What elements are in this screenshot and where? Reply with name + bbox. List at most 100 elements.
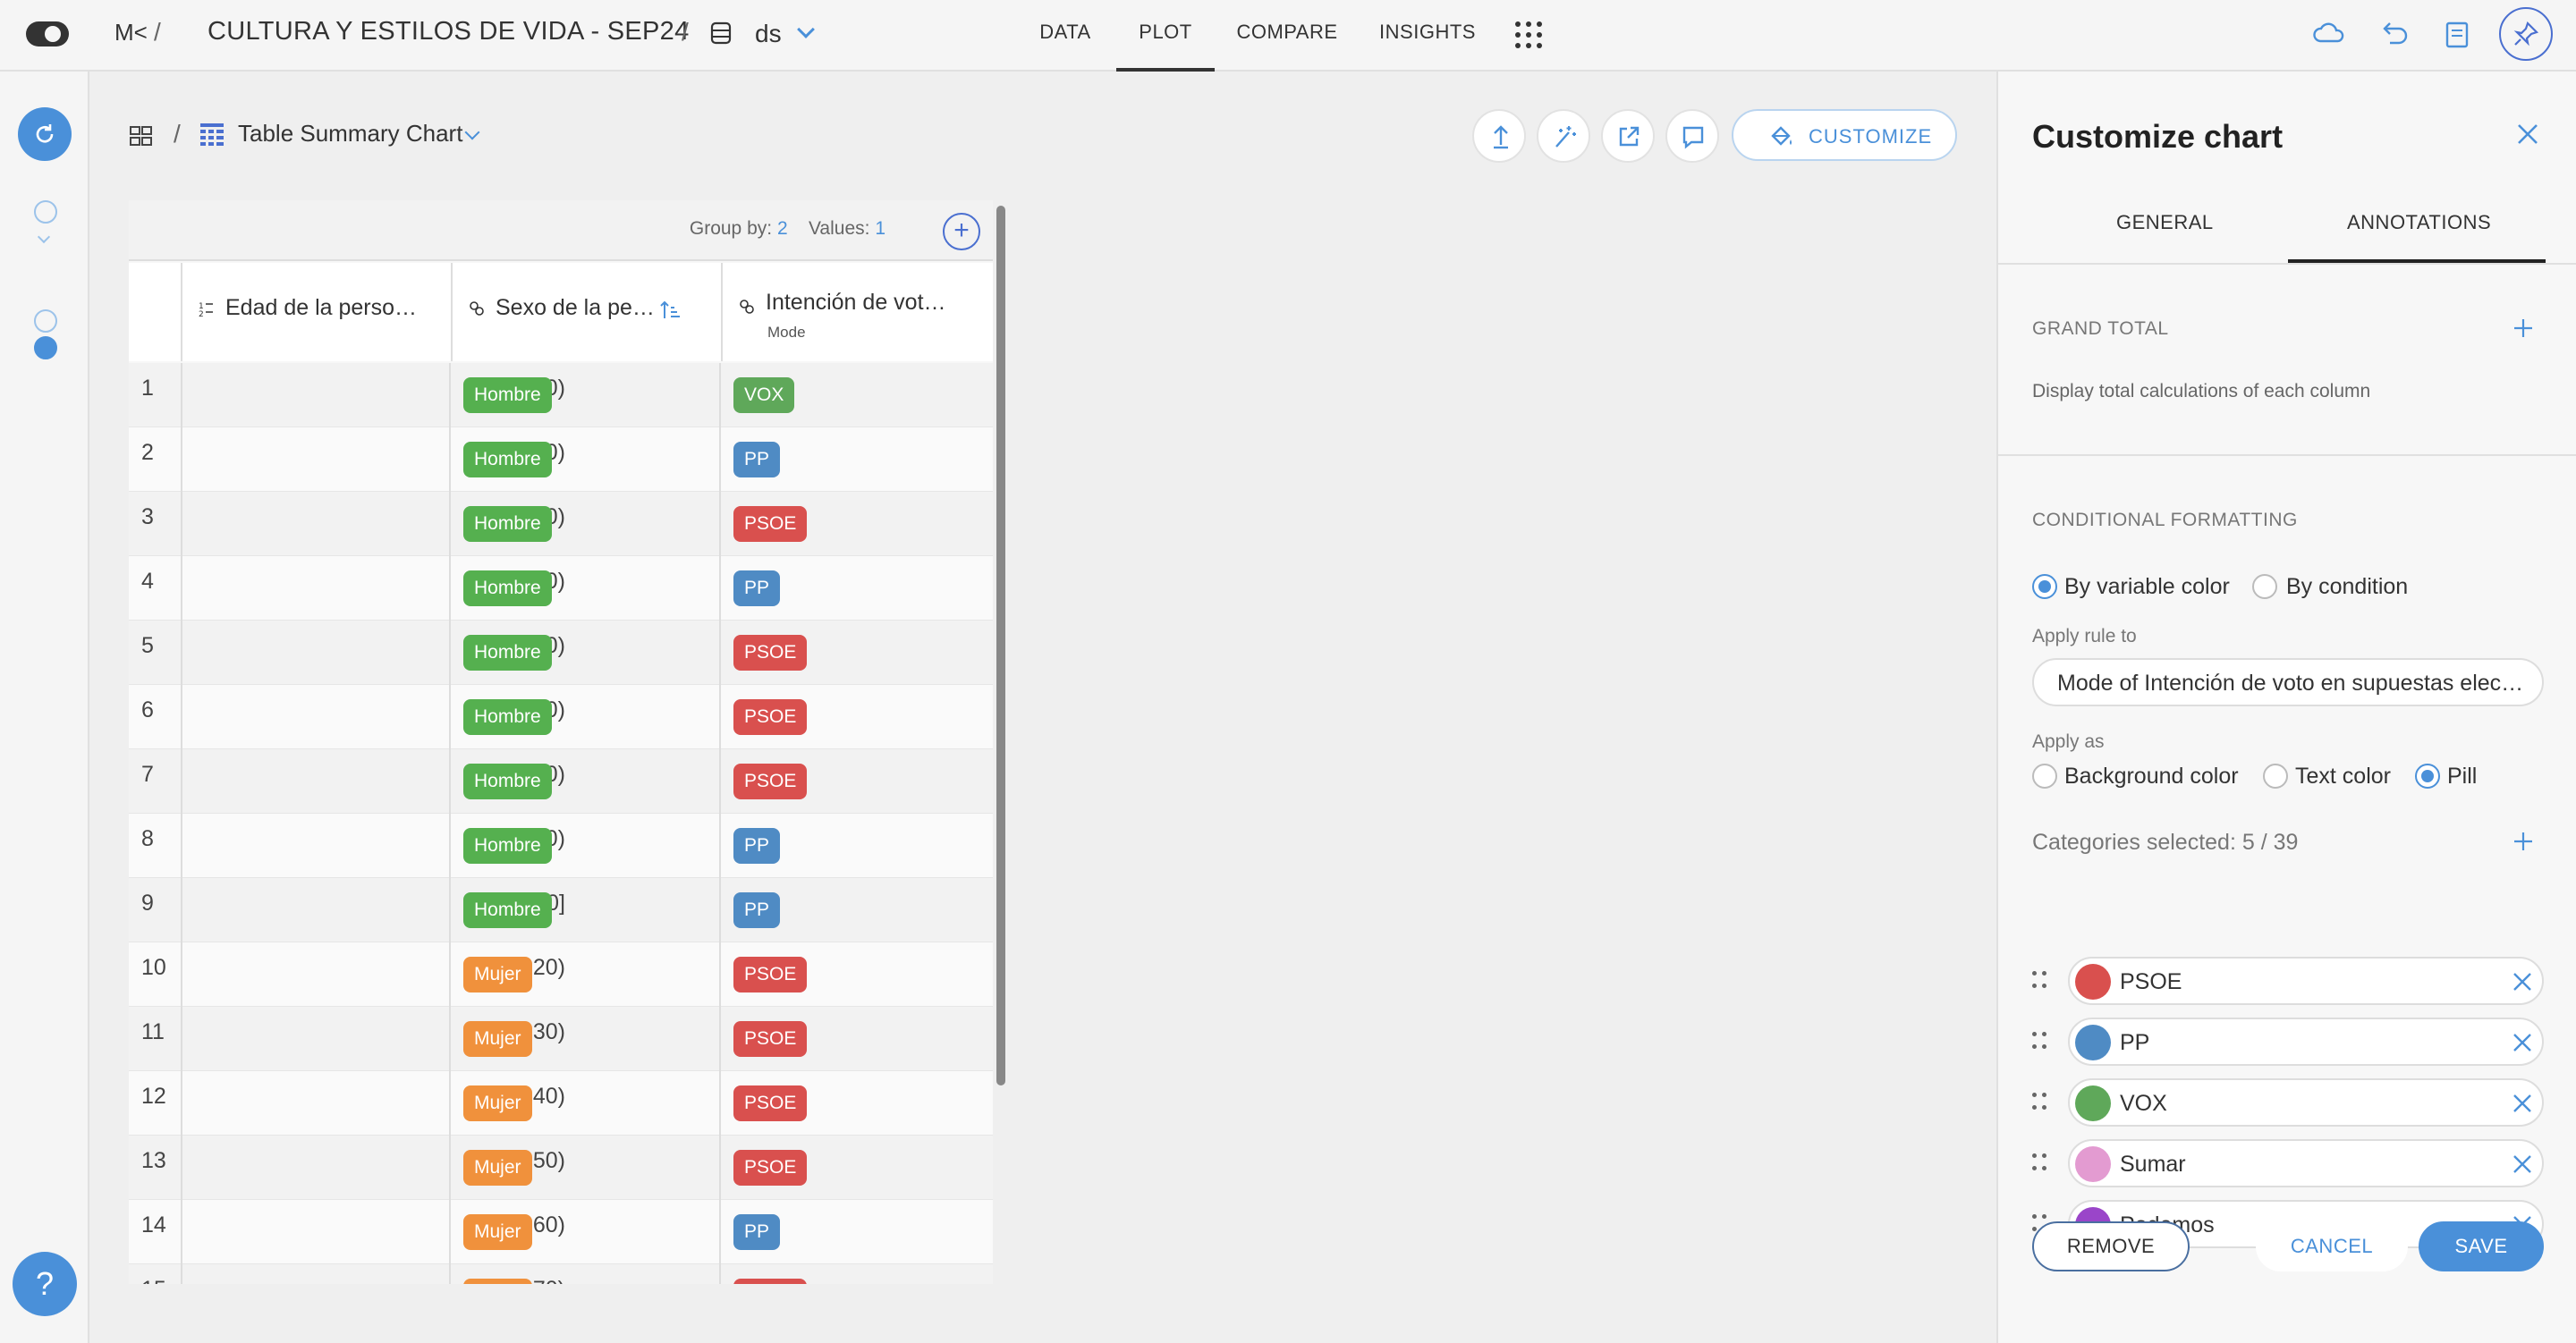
dataset-icon (710, 21, 732, 45)
undo-icon[interactable] (2376, 16, 2411, 52)
pin-button[interactable] (2499, 7, 2553, 61)
drag-handle-icon[interactable] (2032, 1032, 2046, 1052)
tab-plot[interactable]: PLOT (1116, 0, 1215, 72)
add-grand-total-plus-icon[interactable] (2513, 318, 2533, 338)
sexo-pill: Hombre (463, 442, 552, 477)
group-by-summary[interactable]: Group by: 2 Values: 1 (690, 218, 886, 240)
radio-by-variable-color[interactable] (2032, 574, 2057, 599)
add-category-plus-icon[interactable] (2513, 832, 2533, 851)
chart-title-chevron-down-icon[interactable] (464, 124, 480, 140)
category-item: PSOE (2032, 957, 2544, 1005)
apply-rule-label: Apply rule to (2032, 626, 2137, 646)
radio-by-condition[interactable] (2252, 574, 2277, 599)
voto-pill: PSOE (733, 1279, 808, 1284)
cell-divider (181, 1071, 182, 1136)
sort-ascending-icon[interactable] (660, 300, 682, 320)
color-swatch[interactable] (2075, 1085, 2111, 1121)
summary-table: Group by: 2 Values: 1 + 1 2 Edad de la p… (129, 200, 993, 1284)
row-number: 4 (141, 569, 154, 594)
open-external-button[interactable] (1601, 109, 1655, 163)
sexo-pill: Hombre (463, 764, 552, 799)
category-chip[interactable]: Sumar (2068, 1139, 2544, 1187)
cancel-button[interactable]: CANCEL (2256, 1221, 2408, 1271)
column-header-intencion[interactable]: Intención de vot… Mode (723, 263, 993, 361)
voto-pill: PP (733, 892, 781, 928)
customize-panel: Customize chart GENERAL ANNOTATIONS GRAN… (1996, 72, 2576, 1343)
drop-icon[interactable] (34, 309, 57, 333)
remove-category-close-icon[interactable] (2512, 1093, 2533, 1114)
tab-compare[interactable]: COMPARE (1233, 0, 1342, 72)
apply-rule-select[interactable]: Mode of Intención de voto en supuestas e… (2032, 658, 2544, 706)
color-swatch[interactable] (2075, 1146, 2111, 1182)
info-icon[interactable] (34, 200, 57, 224)
table-row: 7[70, 80)HombrePSOE (129, 749, 993, 814)
radio-pill[interactable] (2415, 764, 2440, 789)
tab-insights[interactable]: INSIGHTS (1374, 0, 1481, 72)
remove-category-close-icon[interactable] (2512, 971, 2533, 992)
tab-data[interactable]: DATA (1029, 0, 1102, 72)
apply-as-label: Apply as (2032, 731, 2105, 752)
comment-icon (1682, 126, 1704, 149)
apps-grid-icon[interactable] (1515, 21, 1542, 48)
color-swatch[interactable] (2075, 1025, 2111, 1060)
comment-button[interactable] (1665, 109, 1719, 163)
table-scrollbar[interactable] (996, 206, 1005, 1085)
voto-pill: PSOE (733, 1021, 808, 1057)
table-row: 4[40, 50)HombrePP (129, 556, 993, 621)
customize-button[interactable]: CUSTOMIZE (1732, 109, 1957, 161)
cell-divider (719, 1007, 721, 1071)
drag-handle-icon[interactable] (2032, 971, 2046, 991)
report-icon[interactable] (2440, 16, 2476, 52)
divider (1998, 263, 2576, 265)
help-button[interactable]: ? (13, 1252, 77, 1316)
row-number: 14 (141, 1212, 166, 1237)
sexo-pill: Mujer (463, 957, 532, 992)
sexo-pill: Hombre (463, 570, 552, 606)
dashboard-grid-icon[interactable] (129, 123, 154, 148)
app-logo-icon[interactable] (25, 18, 70, 50)
rail-refresh-icon[interactable] (34, 336, 57, 359)
panel-title: Customize chart (2032, 118, 2284, 155)
radio-text-color[interactable] (2263, 764, 2288, 789)
drag-handle-icon[interactable] (2032, 1093, 2046, 1112)
category-chip[interactable]: PSOE (2068, 957, 2544, 1005)
chart-title[interactable]: Table Summary Chart (238, 120, 462, 148)
dataset-name[interactable]: ds (755, 18, 782, 50)
cell-divider (719, 814, 721, 878)
breadcrumb-root[interactable]: M< (114, 16, 148, 48)
cloud-icon[interactable] (2311, 16, 2347, 52)
cell-divider (181, 942, 182, 1007)
project-name[interactable]: CULTURA Y ESTILOS DE VIDA - SEP24 (208, 15, 690, 47)
divider (1998, 454, 2576, 456)
sexo-pill: Mujer (463, 1214, 532, 1250)
cell-divider (181, 1136, 182, 1200)
column-header-edad[interactable]: 1 2 Edad de la perso… (182, 263, 453, 361)
dataset-chevron-down-icon[interactable] (797, 21, 815, 38)
remove-category-close-icon[interactable] (2512, 1032, 2533, 1053)
color-swatch[interactable] (2075, 964, 2111, 1000)
row-number: 9 (141, 891, 154, 916)
refresh-button[interactable] (18, 107, 72, 161)
rail-chevron-down-icon[interactable] (37, 230, 51, 244)
sexo-pill: Hombre (463, 828, 552, 864)
customize-label: CUSTOMIZE (1809, 125, 1933, 148)
category-chip[interactable]: VOX (2068, 1078, 2544, 1127)
add-column-button[interactable]: + (943, 213, 980, 250)
remove-button[interactable]: REMOVE (2032, 1221, 2190, 1271)
tab-annotations[interactable]: ANNOTATIONS (2347, 211, 2491, 234)
category-name: PP (2120, 1030, 2150, 1055)
column-label: Intención de vot… (766, 290, 946, 315)
category-chip[interactable]: PP (2068, 1018, 2544, 1066)
close-icon[interactable] (2515, 122, 2540, 147)
save-button[interactable]: SAVE (2419, 1221, 2544, 1271)
drag-handle-icon[interactable] (2032, 1153, 2046, 1173)
radio-label: Text color (2295, 764, 2391, 789)
tab-general[interactable]: GENERAL (2116, 211, 2214, 234)
remove-category-close-icon[interactable] (2512, 1153, 2533, 1175)
column-header-sexo[interactable]: Sexo de la pe… (453, 263, 723, 361)
upload-button[interactable] (1472, 109, 1526, 163)
categorical-icon (470, 301, 484, 316)
radio-background-color[interactable] (2032, 764, 2057, 789)
magic-button[interactable] (1537, 109, 1590, 163)
cell-divider (719, 942, 721, 1007)
